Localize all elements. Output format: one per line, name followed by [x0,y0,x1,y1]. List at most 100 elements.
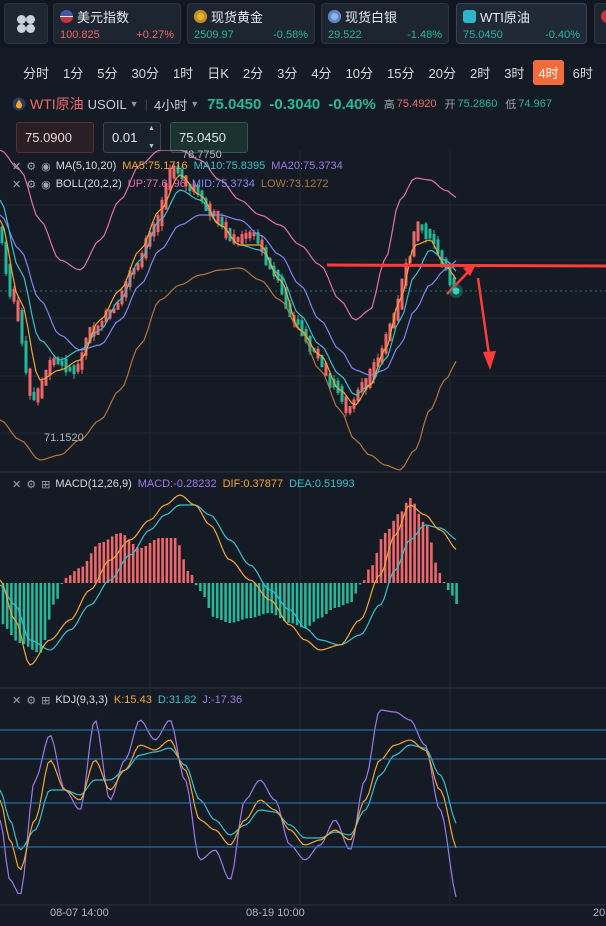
timeframe-tab[interactable]: 6时 [568,60,598,85]
macd-histogram-bar [190,574,194,583]
macd-histogram-bar [22,583,26,645]
candle-body [416,221,420,241]
close-icon[interactable]: ✕ [12,694,21,707]
symbol-name[interactable]: WTI原油 [30,94,84,114]
price-change-pct: -0.40% [328,95,376,113]
ticker-card-dxy[interactable]: 美元指数 100.825 +0.27% [53,3,181,44]
timeframe-tab[interactable]: 10分 [341,60,378,85]
ticker-card-wti[interactable]: WTI原油 75.0450 -0.40% [456,3,587,44]
timeframe-tab[interactable]: 1分 [58,60,88,85]
high-label: 高 [383,99,395,111]
macd-histogram-bar [173,538,177,583]
expand-icon[interactable]: ⊞ [41,694,50,707]
gold-coin-icon [194,9,207,23]
chevron-up-icon[interactable]: ▲ [148,125,158,132]
ticker-change: -0.40% [545,29,580,41]
candle-body [420,224,424,231]
kdj-d-line [0,744,457,851]
candle-body [24,340,28,373]
macd-histogram-bar [371,565,374,583]
timeframe-tab[interactable]: 4分 [306,60,336,85]
symbol-code[interactable]: USOIL [88,97,127,112]
eye-icon[interactable]: ◉ [41,160,51,173]
gear-icon[interactable]: ⚙ [26,178,36,191]
gear-icon[interactable]: ⚙ [26,160,36,173]
macd-histogram-bar [194,583,198,586]
chevron-down-icon[interactable]: ▼ [190,99,199,109]
gear-icon[interactable]: ⚙ [26,694,36,707]
macd-histogram-bar [165,538,169,583]
timeframe-tab[interactable]: 3分 [272,60,302,85]
timeframe-tab[interactable]: 日K [202,60,234,85]
macd-histogram-bar [144,545,148,583]
kdj-reference-lines [0,729,606,848]
chevron-down-icon[interactable]: ▼ [130,99,139,109]
timeframe-tab[interactable]: 2时 [465,60,495,85]
macd-histogram-bar [350,583,353,603]
timeframe-tab[interactable]: 2分 [238,60,268,85]
macd-histogram-bar [203,583,206,598]
timeframe-tab[interactable]: 8时 [602,60,606,85]
timeframe-tab[interactable]: 5分 [92,60,122,85]
timeframe-tab[interactable]: 分时 [18,60,54,85]
eye-icon[interactable]: ◉ [41,178,51,191]
axis-date-label: 08-19 10:00 [246,907,305,919]
timeframe-tab[interactable]: 30分 [126,60,163,85]
expand-icon[interactable]: ⊞ [41,478,50,491]
close-icon[interactable]: ✕ [12,160,21,173]
macd-histogram-bar [232,583,236,623]
kdj-legend: ✕ ⚙ ⊞ KDJ(9,3,3) K:15.43 D:31.82 J:-17.3… [12,692,248,708]
macd-histogram-bar [287,583,290,623]
quantity-stepper[interactable]: 0.01 ▲ ▼ [103,122,161,153]
macd-histogram-bar [367,569,370,583]
timeframe-tab[interactable]: 3时 [499,60,529,85]
macd-histogram-bar [131,543,135,583]
open-value: 75.2860 [457,98,498,110]
macd-histogram-bar [346,583,349,604]
timeframe-tab[interactable]: 4时 [533,59,564,85]
macd-histogram-bar [354,583,358,594]
d-value: D:31.82 [157,694,197,706]
macd-histogram-bar [413,503,416,583]
macd-histogram-bar [241,583,244,620]
ma-legend: ✕ ⚙ ◉ MA(5,10,20) MA5:75.1716 MA10:75.83… [12,158,349,174]
ticker-card-gold[interactable]: 现货黄金 2509.97 -0.58% [187,3,315,44]
app-menu-button[interactable] [4,3,48,44]
price-chart[interactable] [0,150,606,926]
candle-body [428,229,432,239]
candle-body [296,319,300,325]
macd-histogram-bar [417,513,421,583]
timeframe-tab[interactable]: 1时 [168,60,198,85]
macd-histogram-bar [308,583,311,626]
candle-body [356,389,360,402]
candle-body [20,309,24,344]
timeframe-tab[interactable]: 15分 [382,60,419,85]
macd-histogram-bar [333,583,337,609]
gear-icon[interactable]: ⚙ [26,478,36,491]
macd-histogram-bar [337,583,341,608]
macd-histogram-bar [43,583,47,641]
ticker-card-next[interactable] [594,3,606,44]
ma-name: MA(5,10,20) [55,160,117,172]
ticker-name: 现货黄金 [211,9,264,25]
ticker-price: 100.825 [60,29,100,41]
timeframe-tab[interactable]: 20分 [424,60,461,85]
sell-price-field[interactable]: 75.0900 [16,122,94,153]
timeframe-bar: 分时1分5分30分1时日K2分3分4分10分15分20分2时3时4时6时8时 [0,58,606,86]
oil-barrel-icon [463,9,476,23]
candle-body [240,234,244,244]
ticker-card-silver[interactable]: 现货白银 29.522 -1.48% [321,3,449,44]
candle-body [136,263,140,271]
close-icon[interactable]: ✕ [12,178,21,191]
quantity-value: 0.01 [112,130,138,145]
period-selector[interactable]: 4小时 [154,95,187,114]
close-icon[interactable]: ✕ [12,478,21,491]
macd-histogram-bar [152,540,156,583]
macd-histogram-bar [455,583,458,605]
candle-body [100,321,104,328]
chevron-down-icon[interactable]: ▼ [148,143,158,150]
annotation-layer [326,263,606,370]
ticker-name: 美元指数 [77,9,130,25]
candle-body [80,352,84,370]
low-label: 低 [505,99,517,111]
